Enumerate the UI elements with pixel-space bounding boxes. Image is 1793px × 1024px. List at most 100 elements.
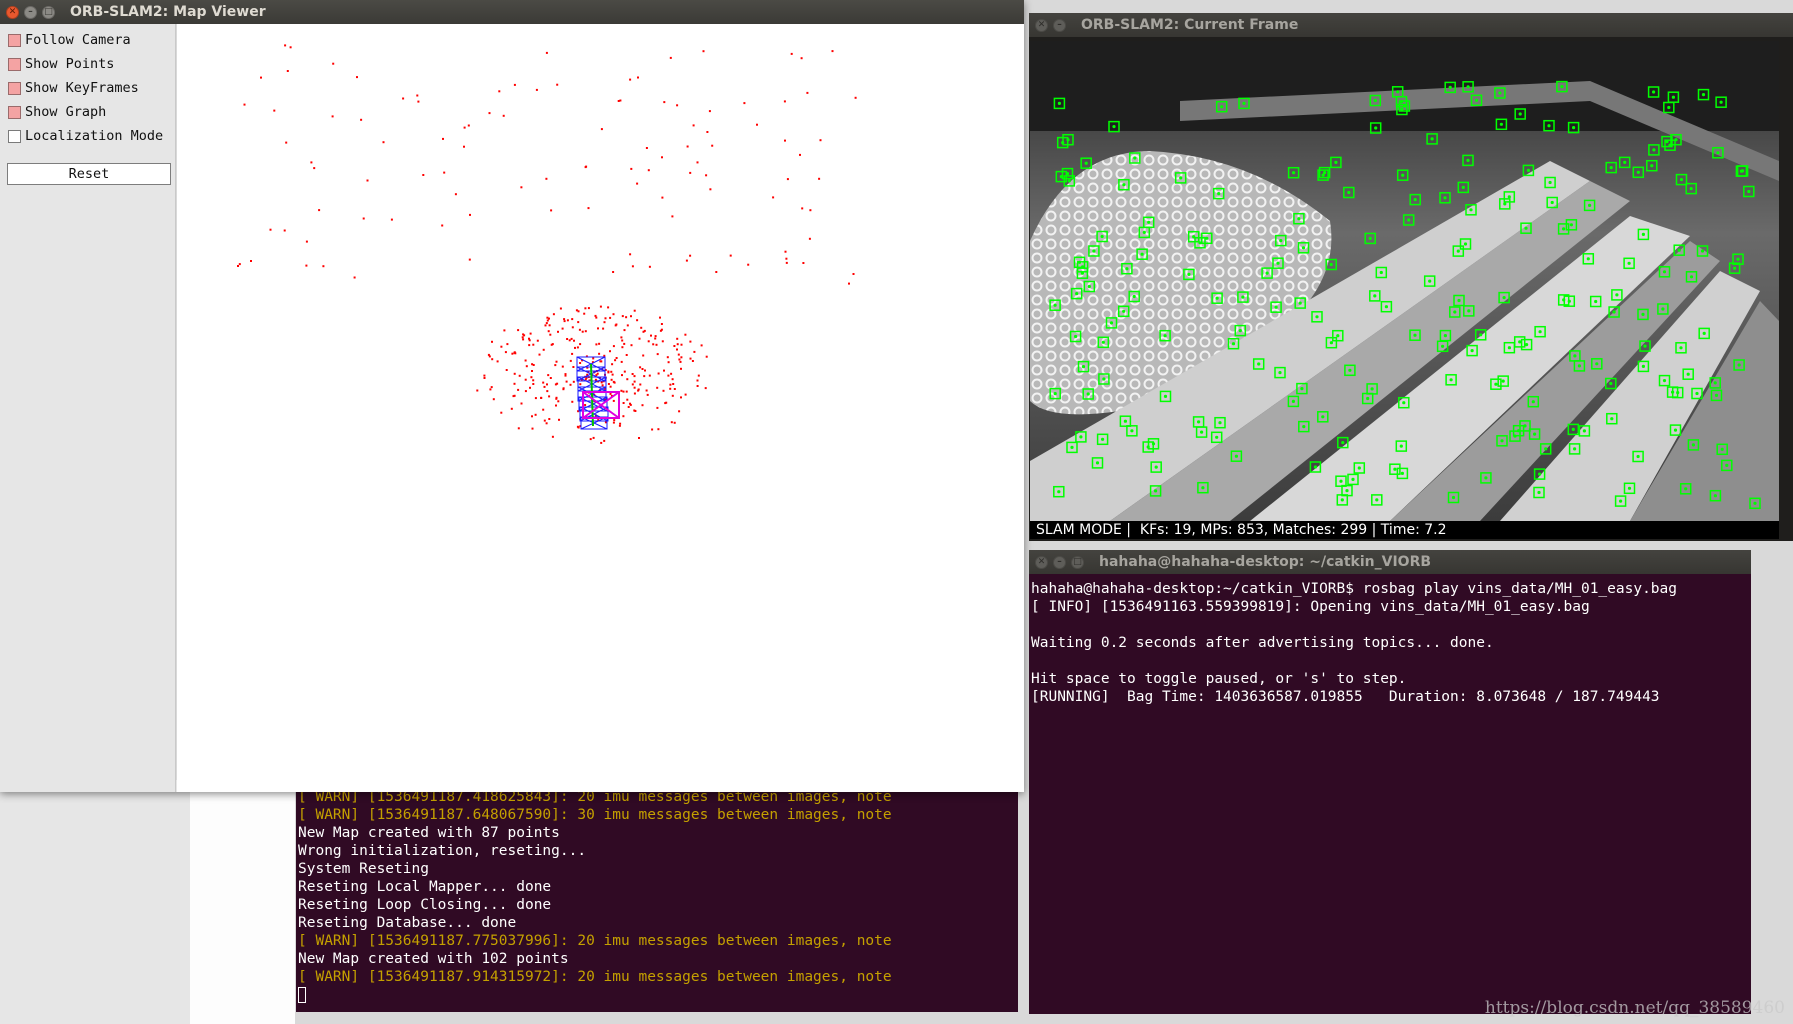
map-point: [546, 319, 549, 322]
reset-button[interactable]: Reset: [7, 163, 171, 185]
map-point: [603, 321, 606, 324]
terminal-line: [RUNNING] Bag Time: 1403636587.019855 Du…: [1031, 689, 1660, 705]
close-icon[interactable]: ✕: [1035, 18, 1048, 32]
feature-point: [1053, 392, 1057, 396]
map-point: [633, 409, 636, 412]
feature-point: [1507, 346, 1511, 350]
map-point: [631, 373, 634, 375]
feature-point: [1448, 85, 1452, 89]
map-point: [705, 355, 708, 358]
map-point: [626, 398, 629, 401]
map-3d-view[interactable]: [177, 24, 1024, 792]
map-point: [524, 378, 527, 381]
map-point: [659, 316, 661, 319]
map-viewer-titlebar[interactable]: ✕ – □ ORB-SLAM2: Map Viewer: [0, 0, 1024, 24]
feature-point: [1518, 340, 1522, 344]
map-point: [589, 438, 592, 441]
feature-point: [1101, 437, 1105, 441]
map-point: [600, 441, 603, 444]
feature-point: [1279, 239, 1283, 243]
feature-point: [1469, 208, 1473, 212]
minimize-icon[interactable]: –: [24, 5, 37, 19]
current-frame-titlebar[interactable]: ✕ – ORB-SLAM2: Current Frame: [1029, 13, 1793, 37]
close-icon[interactable]: ✕: [6, 5, 19, 19]
map-point: [790, 52, 793, 55]
map-point: [622, 415, 625, 418]
feature-point: [1101, 340, 1105, 344]
map-point: [561, 365, 564, 368]
feature-point: [1413, 198, 1417, 202]
terminal-slam-log[interactable]: [ WARN] [1536491187.xxxxxxxxx]: 20 imu m…: [296, 771, 1018, 1012]
feature-point: [1550, 200, 1554, 205]
map-point: [555, 397, 558, 400]
feature-point: [1650, 164, 1654, 168]
feature-point: [1677, 248, 1681, 252]
feature-point: [1538, 472, 1542, 476]
feature-point: [1467, 309, 1471, 313]
map-point: [545, 177, 548, 180]
feature-point: [1741, 169, 1745, 173]
map-point: [692, 124, 695, 127]
option-show-points[interactable]: Show Points: [8, 54, 114, 74]
map-point: [442, 137, 444, 140]
checkbox[interactable]: [8, 129, 21, 143]
map-point: [503, 329, 506, 332]
map-point: [490, 386, 493, 389]
feature-point: [1610, 417, 1614, 421]
map-point: [577, 321, 580, 324]
checkbox[interactable]: [8, 57, 21, 71]
feature-point: [1402, 401, 1406, 405]
feature-point: [1449, 378, 1453, 382]
map-point: [592, 357, 595, 360]
map-point: [483, 377, 486, 379]
feature-point: [1684, 487, 1688, 491]
map-point: [596, 372, 599, 375]
feature-point: [1615, 293, 1619, 297]
map-points: [237, 44, 857, 444]
map-point: [625, 390, 628, 393]
map-point: [620, 336, 623, 339]
feature-point: [1547, 124, 1551, 128]
feature-point: [1154, 489, 1158, 493]
option-show-graph[interactable]: Show Graph: [8, 102, 106, 122]
feature-point: [1057, 490, 1061, 494]
feature-point: [1641, 312, 1645, 316]
map-point: [647, 340, 650, 343]
map-point: [546, 383, 548, 386]
map-point: [310, 161, 313, 164]
map-point: [531, 427, 534, 430]
feature-point: [1291, 399, 1295, 403]
checkbox[interactable]: [8, 105, 21, 119]
map-point: [661, 340, 664, 343]
map-point: [518, 374, 521, 377]
feature-point: [1070, 445, 1074, 449]
map-point: [612, 380, 615, 383]
maximize-icon[interactable]: □: [42, 5, 55, 19]
cursor: [298, 987, 306, 1003]
maximize-icon[interactable]: □: [1071, 555, 1084, 569]
feature-point: [1370, 387, 1374, 391]
watermark-text: https://blog.csdn.net/qq_38589460: [1484, 998, 1785, 1018]
map-point: [784, 139, 786, 142]
terminal-titlebar[interactable]: ✕ – □ hahaha@hahaha-desktop: ~/catkin_VI…: [1029, 550, 1751, 574]
map-point: [729, 254, 732, 257]
option-localization-mode[interactable]: Localization Mode: [8, 126, 163, 146]
map-point: [639, 383, 642, 386]
map-point: [548, 395, 551, 398]
minimize-icon[interactable]: –: [1053, 555, 1066, 569]
terminal-rosbag[interactable]: ✕ – □ hahaha@hahaha-desktop: ~/catkin_VI…: [1029, 550, 1751, 1014]
map-point: [600, 128, 603, 131]
map-point: [558, 418, 560, 421]
feature-point: [1396, 90, 1400, 94]
feature-point: [1301, 246, 1306, 250]
map-point: [623, 342, 626, 345]
minimize-icon[interactable]: –: [1053, 18, 1066, 32]
map-viewer-window[interactable]: ✕ – □ ORB-SLAM2: Map Viewer Follow Camer…: [0, 0, 1024, 792]
map-point: [622, 390, 625, 393]
close-icon[interactable]: ✕: [1035, 555, 1048, 569]
current-frame-window[interactable]: ✕ – ORB-SLAM2: Current Frame SLAM MODE |…: [1029, 13, 1793, 541]
checkbox[interactable]: [8, 33, 21, 47]
checkbox[interactable]: [8, 81, 21, 95]
option-show-keyframes[interactable]: Show KeyFrames: [8, 78, 139, 98]
option-follow-camera[interactable]: Follow Camera: [8, 30, 131, 50]
